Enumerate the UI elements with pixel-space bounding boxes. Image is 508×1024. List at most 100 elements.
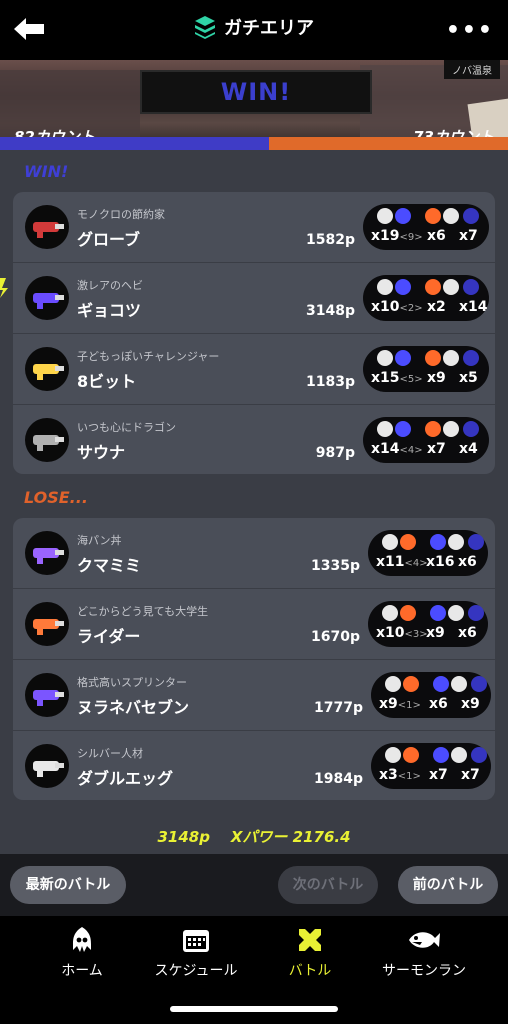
player-title: 激レアのヘビ	[77, 279, 143, 292]
player-summary: 3148p Xパワー 2176.4	[0, 826, 508, 847]
player-title: モノクロの節約家	[77, 208, 165, 221]
player-row[interactable]: 激レアのヘビ ギョコツ 3148p x10<2> x2 x14	[13, 263, 495, 334]
player-points: 3148p	[306, 303, 355, 319]
assist-count: <1>	[397, 700, 421, 711]
special-count: x14	[459, 299, 488, 315]
tab-battle[interactable]: バトル	[250, 926, 370, 980]
special-count: x6	[458, 625, 477, 641]
latest-battle-button[interactable]: 最新のバトル	[10, 866, 126, 904]
player-title: いつも心にドラゴン	[77, 421, 176, 434]
kill-count: x9	[379, 696, 398, 712]
death-squid-icon	[451, 747, 467, 763]
player-points: 987p	[315, 445, 355, 461]
kill-icon	[400, 605, 416, 621]
result-content: WIN! モノクロの節約家 グローブ 1582p x19<9> x6 x7 激レアのヘビ ギョ…	[0, 150, 508, 854]
splat-icon	[382, 534, 398, 550]
death-icon	[430, 605, 446, 621]
death-icon	[425, 421, 441, 437]
player-title: 子どもっぽいチャレンジャー	[77, 350, 220, 363]
player-name: グローブ	[77, 230, 141, 249]
player-name: ギョコツ	[77, 301, 142, 320]
splat-icon	[377, 421, 393, 437]
score-bar-lose	[269, 137, 508, 150]
home-indicator	[170, 1006, 338, 1012]
death-icon	[425, 208, 441, 224]
kill-icon	[395, 279, 411, 295]
weapon-icon	[25, 418, 69, 462]
player-row[interactable]: シルバー人材ダブルエッグ 1984p x3<1> x7 x7	[13, 731, 495, 801]
splat-icon	[382, 605, 398, 621]
kill-icon	[395, 350, 411, 366]
weapon-icon	[25, 347, 69, 391]
kill-count: x19	[371, 228, 400, 244]
player-stats: x14<4> x7 x4	[363, 417, 489, 463]
player-row[interactable]: モノクロの節約家 グローブ 1582p x19<9> x6 x7	[13, 192, 495, 263]
splat-icon	[385, 747, 401, 763]
weapon-icon	[25, 744, 69, 788]
special-icon	[471, 676, 487, 692]
prev-battle-button[interactable]: 前のバトル	[398, 866, 498, 904]
player-name: 8ビット	[77, 372, 137, 391]
player-stats: x10<3> x9 x6	[368, 601, 488, 647]
special-count: x4	[459, 441, 478, 457]
squid-home-icon	[73, 927, 91, 952]
splat-icon	[377, 350, 393, 366]
player-stats: x10<2> x2 x14	[363, 275, 489, 321]
death-icon	[433, 747, 449, 763]
tab-salmon-run[interactable]: サーモンラン	[364, 926, 484, 980]
player-row[interactable]: 格式高いスプリンター ヌラネバセブン 1777p x9<1> x6 x9	[13, 660, 495, 731]
crossed-weapons-icon	[299, 929, 321, 951]
player-name: クマミミ	[77, 556, 142, 575]
player-points: 1777p	[314, 700, 363, 716]
death-icon	[425, 279, 441, 295]
death-icon	[430, 534, 446, 550]
player-points: 1670p	[311, 629, 360, 645]
player-stats: x15<5> x9 x5	[363, 346, 489, 392]
splat-icon	[377, 279, 393, 295]
death-squid-icon	[443, 421, 459, 437]
header-bar: ガチエリア •••	[0, 0, 508, 60]
death-squid-icon	[448, 534, 464, 550]
player-row[interactable]: どこからどう見ても大学生 ライダー 1670p x10<3> x9 x6	[13, 589, 495, 660]
death-count: x9	[426, 625, 445, 641]
salmon-icon	[409, 932, 440, 948]
player-title: シルバー人材	[77, 747, 143, 760]
player-row[interactable]: いつも心にドラゴン サウナ 987p x14<4> x7 x4	[13, 405, 495, 475]
player-points: 1984p	[314, 771, 363, 787]
special-icon	[463, 208, 479, 224]
assist-count: <9>	[399, 232, 423, 243]
death-count: x2	[427, 299, 446, 315]
tab-home[interactable]: ホーム	[22, 926, 142, 980]
score-bar	[0, 137, 508, 150]
calendar-icon	[183, 930, 209, 952]
kill-count: x3	[379, 767, 398, 783]
kill-count: x14	[371, 441, 400, 457]
win-team-label: WIN!	[24, 162, 69, 181]
more-dots-icon[interactable]: •••	[446, 18, 494, 43]
assist-count: <4>	[399, 445, 423, 456]
weapon-icon	[25, 531, 69, 575]
battle-nav-bar: 最新のバトル 次のバトル 前のバトル	[0, 854, 508, 916]
special-count: x5	[459, 370, 478, 386]
death-squid-icon	[448, 605, 464, 621]
lose-team-label: LOSE...	[24, 488, 88, 507]
next-battle-button[interactable]: 次のバトル	[278, 866, 378, 904]
player-stats: x11<4> x16 x6	[368, 530, 488, 576]
player-stats: x19<9> x6 x7	[363, 204, 489, 250]
death-squid-icon	[443, 350, 459, 366]
player-row[interactable]: 海パン丼 クマミミ 1335p x11<4> x16 x6	[13, 518, 495, 589]
player-name: ダブルエッグ	[77, 769, 174, 788]
player-title: 海パン丼	[77, 534, 122, 547]
stage-name-tag: ノバ温泉	[444, 60, 500, 79]
death-icon	[425, 350, 441, 366]
death-squid-icon	[443, 279, 459, 295]
player-row[interactable]: 子どもっぽいチャレンジャー 8ビット 1183p x15<5> x9 x5	[13, 334, 495, 405]
special-icon	[463, 350, 479, 366]
player-stats: x3<1> x7 x7	[371, 743, 491, 789]
kill-icon	[395, 208, 411, 224]
tab-schedule[interactable]: スケジュール	[136, 926, 256, 980]
death-count: x6	[427, 228, 446, 244]
lose-team-panel: 海パン丼 クマミミ 1335p x11<4> x16 x6 どこからどう見ても大学生 ライダー…	[13, 518, 495, 800]
death-count: x16	[426, 554, 455, 570]
page-title: ガチエリア	[224, 18, 314, 39]
